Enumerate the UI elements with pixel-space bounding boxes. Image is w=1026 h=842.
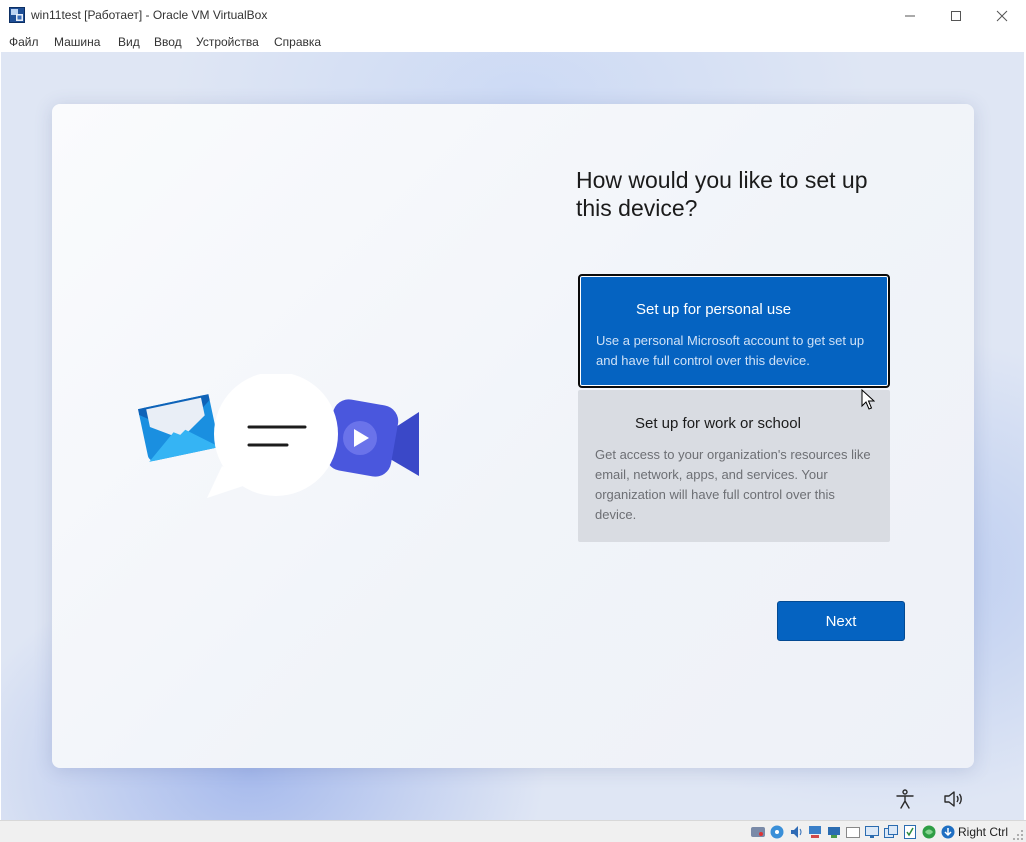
hard-disk-icon[interactable] <box>750 824 766 840</box>
audio-icon[interactable] <box>788 824 804 840</box>
mouse-cursor-icon <box>861 389 875 410</box>
recording-icon[interactable] <box>902 824 918 840</box>
option-title: Set up for personal use <box>636 301 792 318</box>
menu-file[interactable]: Файл <box>9 35 39 49</box>
volume-icon[interactable] <box>942 788 964 810</box>
menu-devices[interactable]: Устройства <box>196 35 259 49</box>
shared-folder-icon[interactable] <box>845 824 861 840</box>
close-icon <box>996 10 1008 21</box>
close-button[interactable] <box>979 0 1025 31</box>
video-capture-icon[interactable] <box>883 824 899 840</box>
network-icon[interactable] <box>807 824 823 840</box>
window-title: win11test [Работает] - Oracle VM Virtual… <box>31 8 268 22</box>
keyboard-capture-icon[interactable] <box>940 824 956 840</box>
oobe-panel: How would you like to set up this device… <box>52 104 974 768</box>
host-key-label[interactable]: Right Ctrl <box>958 825 1008 839</box>
mail-icon <box>137 394 220 462</box>
menu-bar: Файл Машина Вид Ввод Устройства Справка <box>0 31 1026 53</box>
window-titlebar[interactable]: win11test [Работает] - Oracle VM Virtual… <box>0 0 1026 31</box>
next-button[interactable]: Next <box>777 601 905 641</box>
option-description: Get access to your organization's resour… <box>595 447 871 522</box>
menu-view[interactable]: Вид <box>118 35 140 49</box>
mouse-integration-icon[interactable] <box>921 824 937 840</box>
maximize-button[interactable] <box>933 0 979 31</box>
option-title: Set up for work or school <box>635 415 801 432</box>
accessibility-icon[interactable] <box>894 788 916 810</box>
page-title: How would you like to set up this device… <box>576 167 868 221</box>
chat-bubble-icon <box>207 374 338 498</box>
minimize-button[interactable] <box>887 0 933 31</box>
maximize-icon <box>951 10 961 21</box>
usb-icon[interactable] <box>826 824 842 840</box>
status-bar: Right Ctrl <box>0 820 1026 842</box>
resize-grip-icon[interactable] <box>1012 829 1024 841</box>
menu-help[interactable]: Справка <box>274 35 321 49</box>
illustration <box>137 374 419 498</box>
vm-display[interactable]: How would you like to set up this device… <box>1 52 1024 820</box>
option-personal-use[interactable]: Set up for personal use Use a personal M… <box>578 274 890 388</box>
menu-machine[interactable]: Машина <box>54 35 100 49</box>
display-icon[interactable] <box>864 824 880 840</box>
option-work-or-school[interactable]: Set up for work or school Get access to … <box>578 390 890 542</box>
virtualbox-icon <box>9 7 25 23</box>
optical-drive-icon[interactable] <box>769 824 785 840</box>
minimize-icon <box>905 15 915 16</box>
option-description: Use a personal Microsoft account to get … <box>596 333 865 368</box>
menu-input[interactable]: Ввод <box>154 35 182 49</box>
